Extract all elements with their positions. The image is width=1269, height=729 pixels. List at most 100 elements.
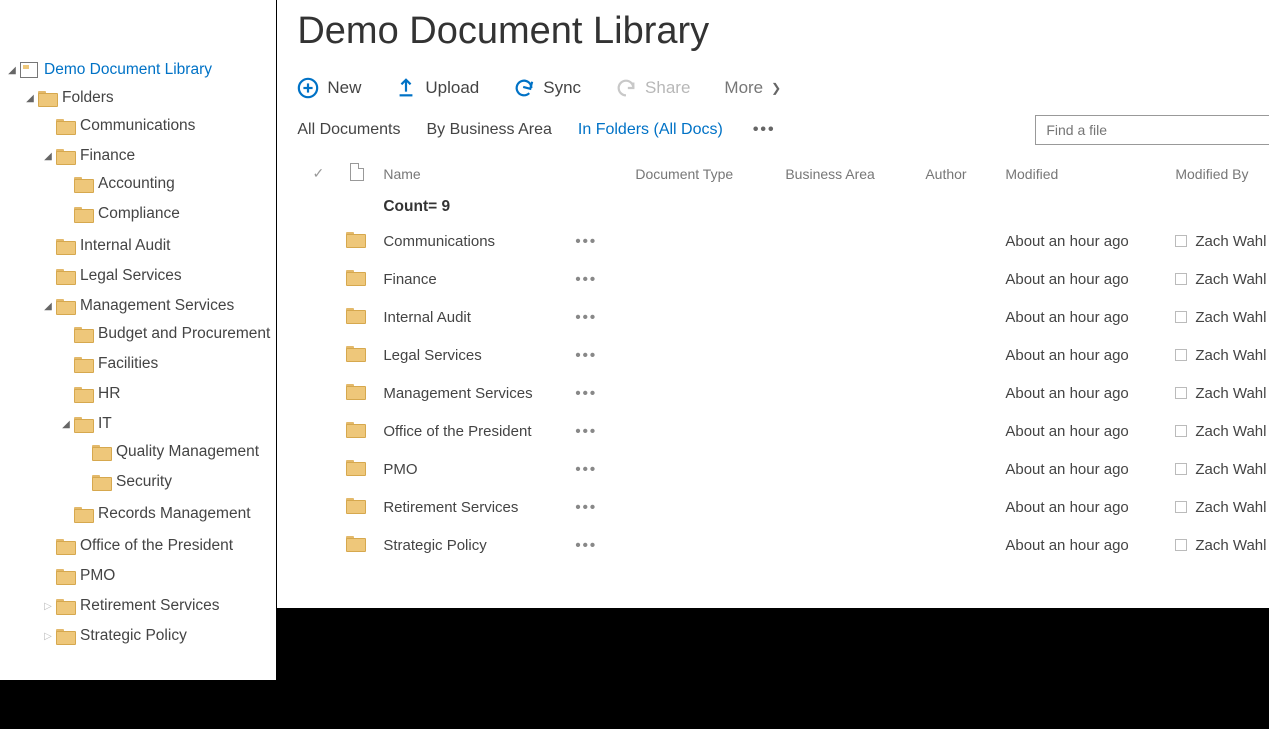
tree-item-security[interactable]: ◢Security [78,469,270,495]
table-row[interactable]: PMO••• About an hour ago Zach Wahl [297,450,1269,488]
row-menu-button[interactable]: ••• [575,537,635,554]
table-row[interactable]: Management Services••• About an hour ago Z… [297,374,1269,412]
tree-folders-node[interactable]: ◢ Folders [24,85,270,111]
document-grid: Name Document Type Business Area Author … [297,155,1269,564]
new-button[interactable]: New [297,77,361,99]
expand-icon[interactable]: ▷ [42,631,54,642]
group-count: Count= 9 [297,190,1269,222]
column-author[interactable]: Author [925,166,1005,182]
tree-item-facilities[interactable]: ◢Facilities [60,351,270,377]
tree-item-finance[interactable]: ◢Finance [42,143,270,169]
tree-item-retirement-services[interactable]: ▷Retirement Services [42,593,270,619]
tree-item-compliance[interactable]: ◢Compliance [60,201,270,227]
row-name[interactable]: Internal Audit [375,309,575,326]
tree-item-budget-procurement[interactable]: ◢Budget and Procurement [60,321,270,347]
tree-root[interactable]: ◢ Demo Document Library [6,57,270,83]
grid-header: Name Document Type Business Area Author … [297,155,1269,190]
row-menu-button[interactable]: ••• [575,423,635,440]
row-name[interactable]: PMO [375,461,575,478]
folder-icon [346,270,364,284]
row-modified-by[interactable]: Zach Wahl [1195,347,1266,364]
row-name[interactable]: Strategic Policy [375,537,575,554]
share-icon [615,77,637,99]
search-box[interactable] [1035,115,1269,145]
column-modified[interactable]: Modified [1005,166,1175,182]
table-row[interactable]: Internal Audit•••About an hour agoZach W… [297,298,1269,336]
tree-item-office-president[interactable]: ◢Office of the President [42,533,270,559]
select-all-checkbox[interactable] [297,165,339,182]
view-more-button[interactable]: ••• [749,121,780,139]
row-modified: About an hour ago [1005,233,1175,250]
row-modified-by[interactable]: Zach Wahl [1195,423,1266,440]
tree-folders-label[interactable]: Folders [62,89,114,107]
row-name[interactable]: Communications [375,233,575,250]
tree-item-pmo[interactable]: ◢PMO [42,563,270,589]
table-row[interactable]: Office of the President••• About an hour … [297,412,1269,450]
collapse-icon[interactable]: ◢ [42,151,54,162]
row-name[interactable]: Office of the President [375,423,575,440]
table-row[interactable]: Legal Services•••About an hour agoZach W… [297,336,1269,374]
expand-icon[interactable]: ▷ [42,601,54,612]
sync-button[interactable]: Sync [513,77,581,99]
row-name[interactable]: Retirement Services [375,499,575,516]
folder-icon [346,308,364,322]
tree-item-quality-management[interactable]: ◢Quality Management [78,439,270,465]
row-name[interactable]: Management Services [375,385,575,402]
tree-item-communications[interactable]: ◢Communications [42,113,270,139]
row-menu-button[interactable]: ••• [575,271,635,288]
row-modified-by[interactable]: Zach Wahl [1195,385,1266,402]
column-type-icon[interactable] [339,163,375,184]
tree-item-accounting[interactable]: ◢Accounting [60,171,270,197]
tree-item-it[interactable]: ◢IT [60,411,270,437]
row-modified: About an hour ago [1005,423,1175,440]
tree-root-label[interactable]: Demo Document Library [44,61,212,79]
tree-item-internal-audit[interactable]: ◢Internal Audit [42,233,270,259]
view-all-documents[interactable]: All Documents [297,121,400,139]
more-button[interactable]: More ❯ [724,78,781,98]
tree-item-hr[interactable]: ◢HR [60,381,270,407]
column-business[interactable]: Business Area [785,166,925,182]
folder-icon [56,599,74,613]
folder-icon [74,507,92,521]
library-icon [20,62,38,78]
search-input[interactable] [1044,121,1269,139]
upload-button[interactable]: Upload [395,77,479,99]
view-by-business-area[interactable]: By Business Area [427,121,552,139]
tree-item-records-management[interactable]: ◢Records Management [60,501,270,527]
row-name[interactable]: Legal Services [375,347,575,364]
presence-indicator [1175,425,1187,437]
table-row[interactable]: Finance•••About an hour agoZach Wahl [297,260,1269,298]
row-name[interactable]: Finance [375,271,575,288]
row-menu-button[interactable]: ••• [575,385,635,402]
view-in-folders[interactable]: In Folders (All Docs) [578,121,723,139]
row-modified-by[interactable]: Zach Wahl [1195,309,1266,326]
folder-icon [346,422,364,436]
presence-indicator [1175,349,1187,361]
row-modified-by[interactable]: Zach Wahl [1195,499,1266,516]
view-tabs: All Documents By Business Area In Folder… [297,115,1269,155]
table-row[interactable]: Communications••• About an hour ago Zach W… [297,222,1269,260]
collapse-icon[interactable]: ◢ [24,93,36,104]
tree-item-strategic-policy[interactable]: ▷Strategic Policy [42,623,270,649]
row-menu-button[interactable]: ••• [575,347,635,364]
collapse-icon[interactable]: ◢ [60,419,72,430]
column-doctype[interactable]: Document Type [635,166,785,182]
table-row[interactable]: Strategic Policy•••About an hour agoZach… [297,526,1269,564]
row-menu-button[interactable]: ••• [575,309,635,326]
row-modified: About an hour ago [1005,461,1175,478]
row-modified-by[interactable]: Zach Wahl [1195,271,1266,288]
collapse-icon[interactable]: ◢ [42,301,54,312]
tree-item-legal-services[interactable]: ◢Legal Services [42,263,270,289]
table-row[interactable]: Retirement Services•••About an hour agoZ… [297,488,1269,526]
row-modified-by[interactable]: Zach Wahl [1195,461,1266,478]
row-modified: About an hour ago [1005,385,1175,402]
row-menu-button[interactable]: ••• [575,461,635,478]
row-modified-by[interactable]: Zach Wahl [1195,537,1266,554]
tree-item-management-services[interactable]: ◢Management Services [42,293,270,319]
row-menu-button[interactable]: ••• [575,233,635,250]
column-name[interactable]: Name [375,166,575,182]
row-menu-button[interactable]: ••• [575,499,635,516]
column-modified-by[interactable]: Modified By [1175,166,1269,182]
collapse-icon[interactable]: ◢ [6,65,18,76]
row-modified-by[interactable]: Zach Wahl [1195,233,1266,250]
